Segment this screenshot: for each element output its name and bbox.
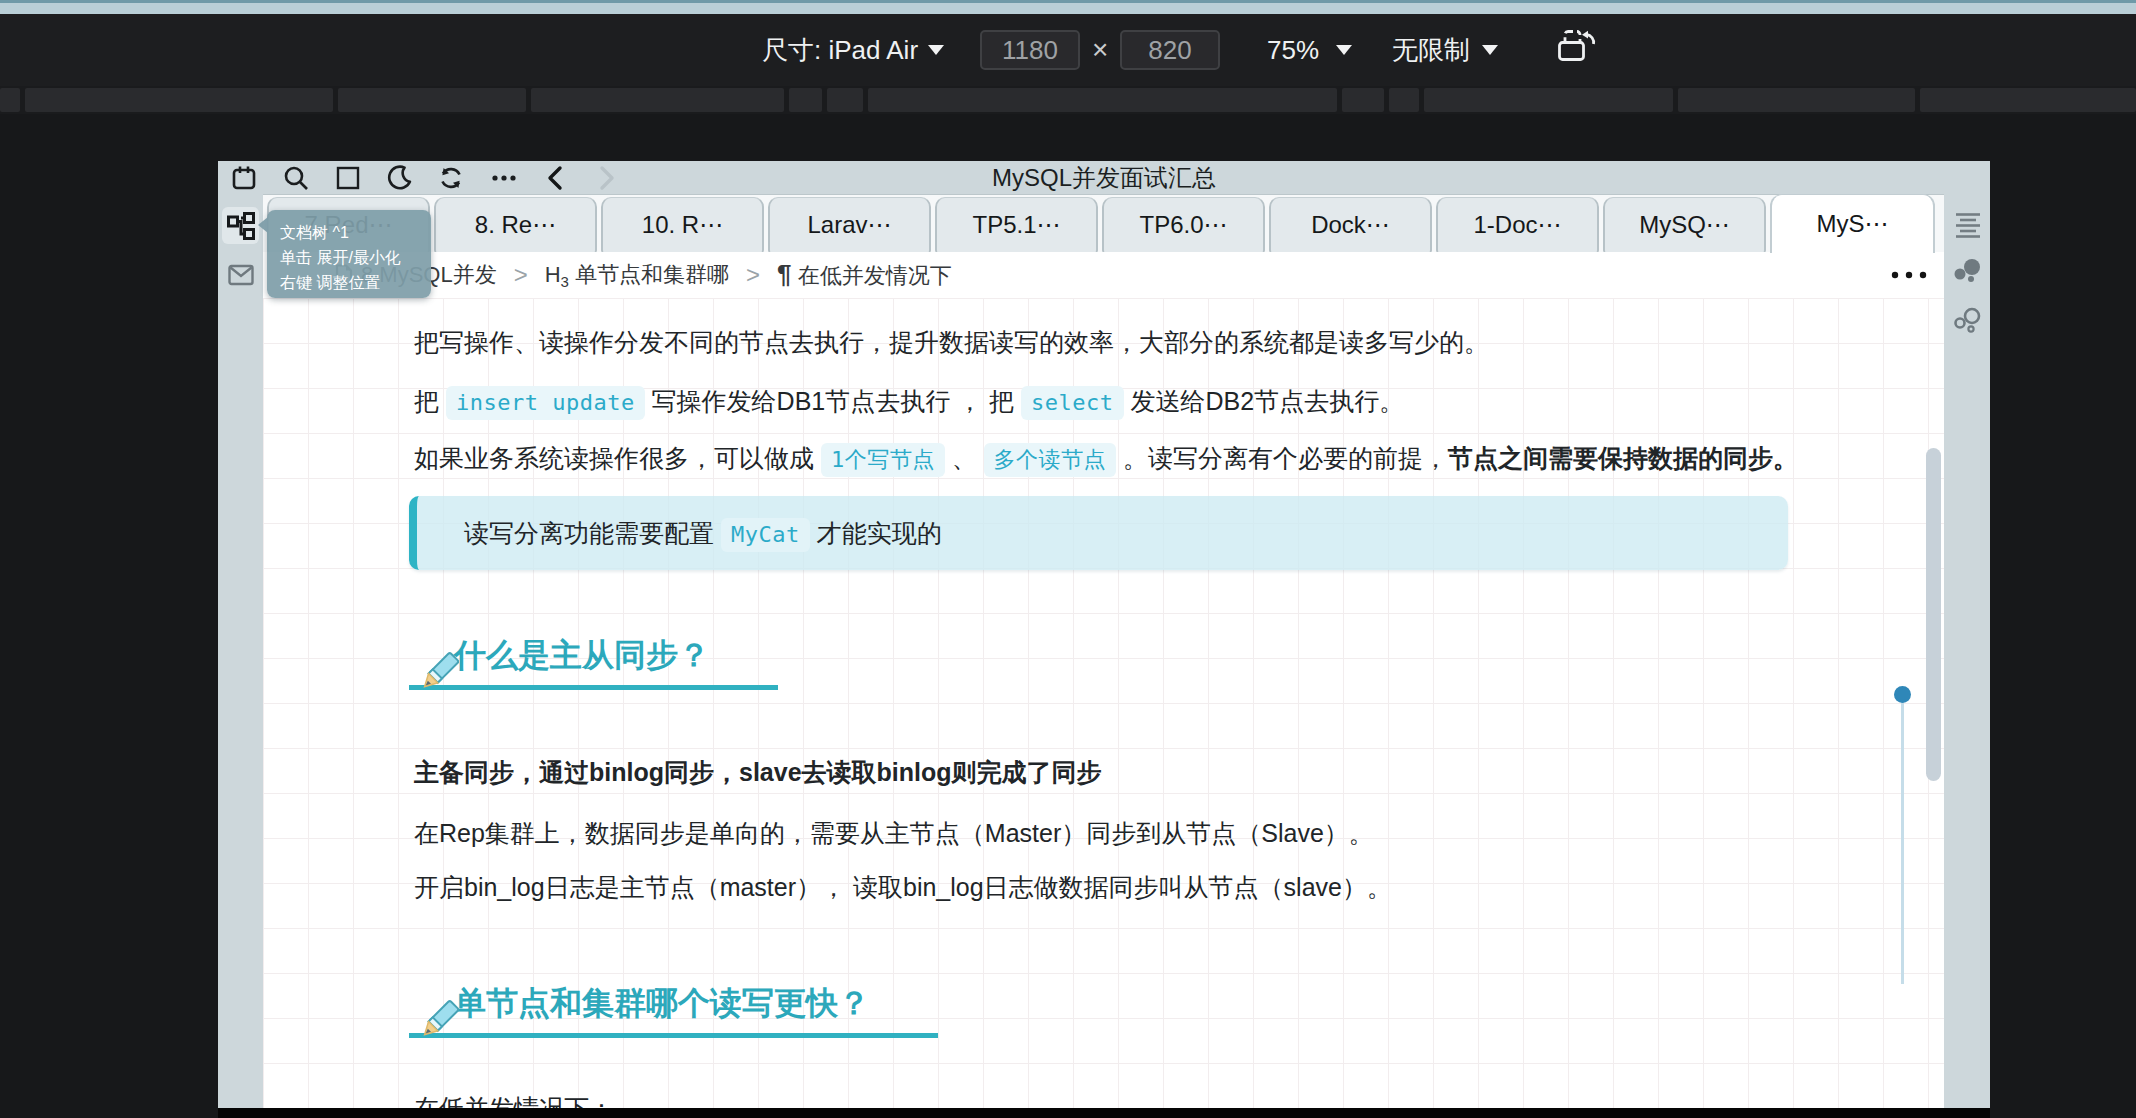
- tab-thumbnail[interactable]: [25, 88, 333, 112]
- blockquote[interactable]: 读写分离功能需要配置 MyCat 才能实现的: [409, 496, 1788, 570]
- inline-code[interactable]: 1个写节点: [821, 443, 945, 477]
- tab-thumbnail[interactable]: [1389, 88, 1419, 112]
- file-tree-tooltip: 文档树 ^1 单击 展开/最小化 右键 调整位置: [267, 210, 431, 298]
- zoom-level-label[interactable]: 75%: [1267, 35, 1319, 66]
- throttle-caret-icon[interactable]: [1482, 45, 1498, 55]
- tab-thumbnail[interactable]: [1678, 88, 1915, 112]
- heading-h3[interactable]: 什么是主从同步？: [409, 631, 778, 690]
- tooltip-line: 单击 展开/最小化: [280, 245, 431, 270]
- browser-tabs-overview-strip: [0, 86, 2136, 114]
- heading-h3[interactable]: 单节点和集群哪个读写更快？: [409, 979, 938, 1038]
- paragraph[interactable]: 把 insert update 写操作发给DB1节点去执行 ， 把 select…: [414, 382, 1834, 420]
- paragraph-mark-icon: ¶: [777, 259, 791, 289]
- breadcrumb-heading[interactable]: H3 单节点和集群哪: [545, 260, 729, 290]
- inbox-dock-button[interactable]: [222, 256, 259, 293]
- breadcrumb-more-icon[interactable]: [1891, 271, 1927, 279]
- paragraph[interactable]: 在Rep集群上，数据同步是单向的，需要从主节点（Master）同步到从节点（Sl…: [414, 814, 1834, 852]
- inline-code[interactable]: 多个读节点: [984, 443, 1117, 477]
- inline-code[interactable]: select: [1021, 386, 1123, 420]
- breadcrumb-paragraph[interactable]: ¶ 在低并发情况下: [777, 259, 952, 291]
- paragraph[interactable]: 开启bin_log日志是主节点（master）， 读取bin_log日志做数据同…: [414, 868, 1834, 906]
- paragraph[interactable]: 如果业务系统读操作很多，可以做成 1个写节点 、 多个读节点 。读写分离有个必要…: [414, 439, 1834, 477]
- graph-icon: [1953, 307, 1983, 337]
- viewport-height-input[interactable]: 820: [1120, 30, 1220, 70]
- tab-thumbnail[interactable]: [868, 88, 1337, 112]
- document-tab-bar: 7.Red⋯ 8. Re⋯ 10. R⋯ Larav⋯ TP5.1⋯ TP6.0…: [263, 194, 1944, 252]
- tab-thumbnail[interactable]: [789, 88, 822, 112]
- tab-doc-7[interactable]: Dock⋯: [1269, 197, 1432, 253]
- breadcrumb: 8.MySQL并发 > H3 单节点和集群哪 > ¶ 在低并发情况下: [263, 252, 1944, 298]
- tab-thumbnail[interactable]: [531, 88, 784, 112]
- tab-doc-2[interactable]: 8. Re⋯: [434, 197, 597, 253]
- pencil-icon: [415, 652, 459, 698]
- backlinks-dock-button[interactable]: [1949, 254, 1986, 291]
- device-emulation-toolbar: 尺寸: iPad Air 1180 × 820 75% 无限制: [0, 14, 2136, 86]
- window-top-strip: [0, 3, 2136, 14]
- window-title: MySQL并发面试汇总: [218, 161, 1990, 194]
- tab-doc-5[interactable]: TP5.1⋯: [935, 197, 1098, 253]
- right-dock: [1944, 194, 1990, 1108]
- inline-code[interactable]: insert update: [446, 386, 645, 420]
- device-size-label[interactable]: 尺寸: iPad Air: [762, 33, 918, 68]
- viewport-width-input[interactable]: 1180: [980, 30, 1080, 70]
- device-size-caret-icon[interactable]: [928, 45, 944, 55]
- tooltip-title: 文档树 ^1: [280, 220, 431, 245]
- tooltip-line: 右键 调整位置: [280, 270, 431, 295]
- tab-thumbnail[interactable]: [0, 88, 20, 112]
- tab-thumbnail[interactable]: [1342, 88, 1384, 112]
- tab-doc-10-active[interactable]: MyS⋯: [1770, 194, 1935, 253]
- scrollbar-thumb[interactable]: [1926, 448, 1941, 781]
- position-indicator-dot[interactable]: [1894, 686, 1911, 703]
- rotate-device-icon[interactable]: [1558, 30, 1598, 70]
- position-indicator-line: [1901, 702, 1904, 984]
- paragraph[interactable]: 在低并发情况下：: [414, 1089, 1834, 1108]
- tab-thumbnail[interactable]: [827, 88, 863, 112]
- outline-dock-button[interactable]: [1949, 206, 1986, 243]
- siyuan-app-window: MySQL并发面试汇总: [218, 161, 1990, 1118]
- tab-thumbnail[interactable]: [338, 88, 526, 112]
- pencil-icon: [415, 1000, 459, 1046]
- page-bottom-strip: [218, 1108, 1990, 1118]
- tab-thumbnail[interactable]: [1920, 88, 2136, 112]
- tab-doc-6[interactable]: TP6.0⋯: [1102, 197, 1265, 253]
- breadcrumb-separator-icon: >: [514, 261, 528, 289]
- tab-doc-8[interactable]: 1-Doc⋯: [1436, 197, 1599, 253]
- throttling-label[interactable]: 无限制: [1392, 33, 1470, 68]
- outline-icon: [1955, 212, 1981, 238]
- tab-doc-4[interactable]: Larav⋯: [768, 197, 931, 253]
- graph-dock-button[interactable]: [1949, 303, 1986, 340]
- file-tree-icon: [227, 212, 255, 240]
- backlinks-icon: [1953, 258, 1983, 288]
- paragraph[interactable]: 把写操作、读操作分发不同的节点去执行，提升数据读写的效率，大部分的系统都是读多写…: [414, 323, 1834, 361]
- editor-area[interactable]: 把写操作、读操作分发不同的节点去执行，提升数据读写的效率，大部分的系统都是读多写…: [263, 298, 1944, 1108]
- envelope-icon: [228, 262, 254, 288]
- inline-code[interactable]: MyCat: [721, 518, 810, 552]
- paragraph[interactable]: 主备同步，通过binlog同步，slave去读取binlog则完成了同步: [414, 753, 1834, 791]
- file-tree-dock-button[interactable]: [222, 207, 259, 244]
- tab-thumbnail[interactable]: [1424, 88, 1673, 112]
- tab-doc-3[interactable]: 10. R⋯: [601, 197, 764, 253]
- tab-doc-9[interactable]: MySQ⋯: [1603, 197, 1766, 253]
- zoom-caret-icon[interactable]: [1336, 45, 1352, 55]
- app-toolbar: MySQL并发面试汇总: [218, 161, 1990, 194]
- left-dock: [218, 194, 263, 1108]
- tooltip-arrow: [258, 217, 268, 233]
- dimension-times-label: ×: [1092, 34, 1108, 66]
- breadcrumb-separator-icon: >: [746, 261, 760, 289]
